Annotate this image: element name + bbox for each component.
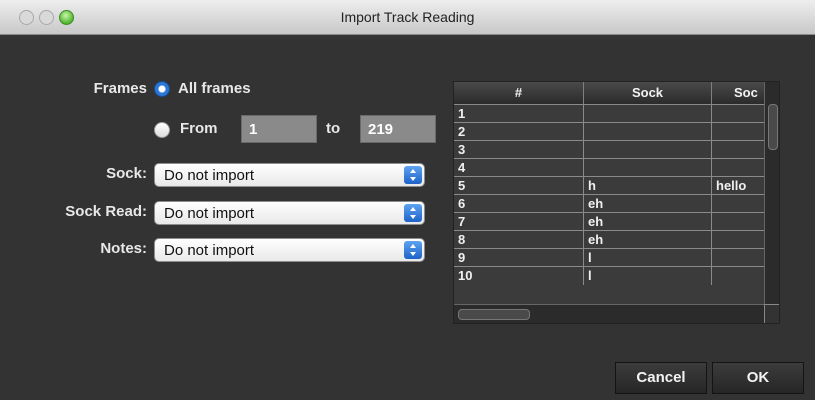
sock-cell: eh <box>584 231 712 249</box>
sock-read-cell <box>712 231 764 249</box>
import-dialog: Import Track Reading Frames All frames F… <box>0 0 815 400</box>
sock-read-select-value: Do not import <box>164 205 255 222</box>
sock-read-cell <box>712 195 764 213</box>
table-row[interactable]: 10 l <box>454 266 764 285</box>
sock-cell <box>584 141 712 159</box>
vertical-scroll-thumb[interactable] <box>768 104 778 150</box>
row-number: 8 <box>454 231 584 249</box>
horizontal-scrollbar[interactable] <box>454 304 764 323</box>
all-frames-radio[interactable] <box>154 81 170 97</box>
row-number: 3 <box>454 141 584 159</box>
sock-cell <box>584 159 712 177</box>
table-row[interactable]: 2 <box>454 122 764 141</box>
table-row[interactable]: 8 eh <box>454 230 764 249</box>
sock-read-cell <box>712 249 764 267</box>
cancel-button[interactable]: Cancel <box>615 362 707 394</box>
chevron-updown-icon <box>404 241 422 259</box>
to-frame-field[interactable]: 219 <box>360 115 436 143</box>
table-row[interactable]: 7 eh <box>454 212 764 231</box>
table-row[interactable]: 1 <box>454 104 764 123</box>
from-radio[interactable] <box>154 122 170 138</box>
sock-cell: eh <box>584 213 712 231</box>
row-number: 5 <box>454 177 584 195</box>
sock-cell: eh <box>584 195 712 213</box>
sock-read-cell: hello <box>716 178 747 193</box>
table-row[interactable]: 5 h hello <box>454 176 764 195</box>
table-header: # Sock Soc <box>454 82 764 104</box>
frames-label: Frames <box>93 80 147 97</box>
sock-select-value: Do not import <box>164 167 255 184</box>
sock-read-select[interactable]: Do not import <box>154 201 425 225</box>
sock-label: Sock: <box>106 165 147 182</box>
row-number: 4 <box>454 159 584 177</box>
row-number: 10 <box>454 267 584 285</box>
column-header-sock-read[interactable]: Soc <box>712 82 764 104</box>
from-label[interactable]: From <box>180 120 218 137</box>
window-title: Import Track Reading <box>340 9 475 25</box>
chevron-updown-icon <box>404 166 422 184</box>
sock-cell <box>584 123 712 141</box>
table-row[interactable]: 6 eh <box>454 194 764 213</box>
sock-read-cell <box>712 105 764 123</box>
horizontal-scroll-thumb[interactable] <box>458 309 530 320</box>
row-number: 1 <box>454 105 584 123</box>
column-header-sock[interactable]: Sock <box>584 82 712 104</box>
all-frames-label[interactable]: All frames <box>178 80 251 97</box>
preview-table[interactable]: # Sock Soc 1 2 3 4 5 h hello 6 eh 7 eh 8… <box>453 81 780 324</box>
notes-label: Notes: <box>100 240 147 257</box>
table-row[interactable]: 9 l <box>454 248 764 267</box>
chevron-updown-icon <box>404 204 422 222</box>
row-number: 6 <box>454 195 584 213</box>
sock-read-cell <box>712 123 764 141</box>
title-bar: Import Track Reading <box>0 0 815 35</box>
scroll-corner <box>764 304 779 323</box>
column-header-number[interactable]: # <box>454 82 584 104</box>
sock-read-cell <box>712 159 764 177</box>
ok-button[interactable]: OK <box>712 362 804 394</box>
notes-select[interactable]: Do not import <box>154 238 425 262</box>
sock-read-cell <box>712 267 764 285</box>
sock-read-label: Sock Read: <box>65 203 147 220</box>
notes-select-value: Do not import <box>164 242 255 259</box>
sock-read-cell <box>712 141 764 159</box>
row-number: 7 <box>454 213 584 231</box>
row-number: 9 <box>454 249 584 267</box>
from-frame-field[interactable]: 1 <box>241 115 317 143</box>
sock-cell <box>584 105 712 123</box>
sock-cell: l <box>584 249 712 267</box>
sock-read-cell <box>712 213 764 231</box>
sock-select[interactable]: Do not import <box>154 163 425 187</box>
row-number: 2 <box>454 123 584 141</box>
sock-cell: l <box>584 267 712 285</box>
to-label: to <box>326 120 341 137</box>
table-row[interactable]: 3 <box>454 140 764 159</box>
sock-cell: h <box>584 177 712 195</box>
vertical-scrollbar[interactable] <box>764 82 779 304</box>
table-row[interactable]: 4 <box>454 158 764 177</box>
